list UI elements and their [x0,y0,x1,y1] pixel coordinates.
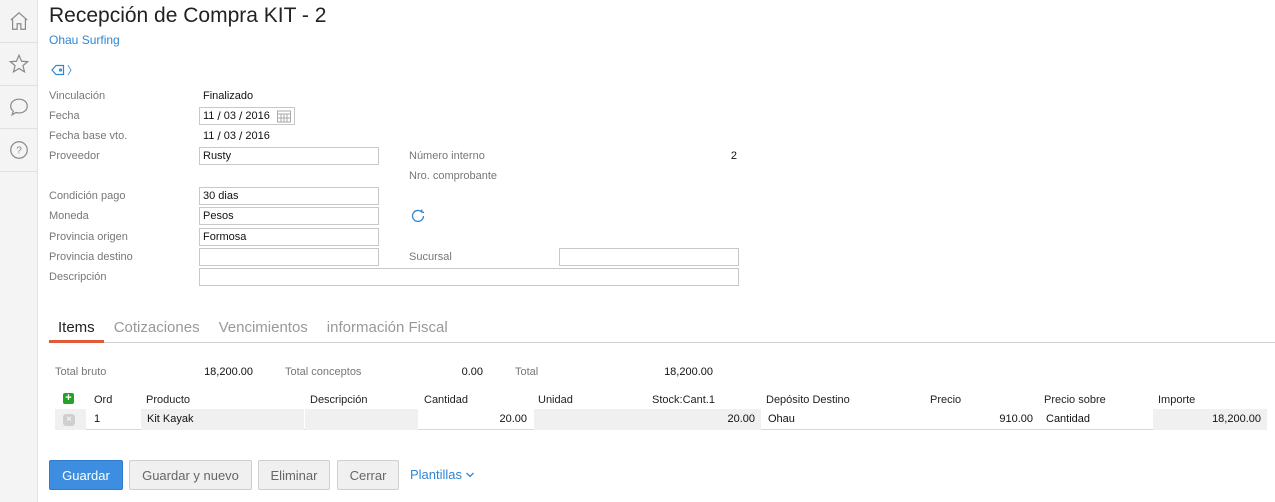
cell-unidad[interactable] [534,409,647,430]
col-ord[interactable]: Ord [94,394,112,406]
cell-descripcion[interactable] [305,409,418,430]
numero-interno-value: 2 [730,150,737,162]
col-stock[interactable]: Stock:Cant.1 [652,394,715,406]
nro-comprobante-label: Nro. comprobante [409,170,498,182]
home-icon [10,11,28,30]
cell-precio-sobre[interactable]: Cantidad [1040,409,1153,430]
delete-row-button[interactable]: × [63,414,75,426]
table-row: × 1 Kit Kayak 20.00 20.00 Ohau 910.00 Ca… [55,409,1267,430]
rail-home-button[interactable] [0,0,38,43]
delete-button[interactable]: Eliminar [258,460,330,490]
cell-precio[interactable]: 910.00 [926,409,1039,430]
svg-text:?: ? [16,146,22,157]
provincia-destino-label: Provincia destino [49,251,133,263]
chevron-right-icon: 〉 [67,65,78,77]
chat-icon [10,98,28,117]
refresh-icon[interactable] [410,208,426,224]
tab-cotizaciones[interactable]: Cotizaciones [105,316,209,343]
moneda-label: Moneda [49,210,89,222]
proveedor-field[interactable]: Rusty [199,147,379,165]
tab-bar: Items Cotizaciones Vencimientos informac… [49,316,1275,343]
company-link[interactable]: Ohau Surfing [49,33,120,47]
col-importe[interactable]: Importe [1158,394,1195,406]
condicion-pago-field[interactable]: 30 dias [199,187,379,205]
col-precio-sobre[interactable]: Precio sobre [1044,394,1106,406]
cell-cantidad[interactable]: 20.00 [419,409,533,430]
fecha-base-field[interactable]: 11 / 03 / 2016 [200,127,273,145]
cell-importe: 18,200.00 [1153,409,1267,430]
col-producto[interactable]: Producto [146,394,190,406]
templates-label: Plantillas [410,467,463,482]
items-grid-header: + Ord Producto Descripción Cantidad Unid… [55,393,1267,408]
left-rail: ? [0,0,38,502]
total-conceptos-value: 0.00 [461,366,483,378]
fecha-month[interactable]: 03 [221,110,239,122]
total-bruto-label: Total bruto [55,366,107,378]
page-title: Recepción de Compra KIT - 2 [49,4,327,27]
numero-interno-label: Número interno [409,150,485,162]
fecha-base-day[interactable]: 11 [200,130,217,142]
help-icon: ? [10,141,28,159]
provincia-destino-field[interactable] [199,248,379,266]
sucursal-field[interactable] [559,248,739,266]
moneda-field[interactable]: Pesos [199,207,379,225]
descripcion-field[interactable] [199,268,739,286]
total-bruto-value: 18,200.00 [204,366,253,378]
tag-icon [51,64,65,76]
provincia-origen-label: Provincia origen [49,231,128,243]
cell-stock: 20.00 [647,409,761,430]
save-and-new-button[interactable]: Guardar y nuevo [129,460,252,490]
col-unidad[interactable]: Unidad [538,394,573,406]
cell-deposito[interactable]: Ohau [762,409,925,430]
total-label: Total [515,366,539,378]
vinculacion-label: Vinculación [49,90,106,102]
total-value: 18,200.00 [664,366,713,378]
col-cantidad[interactable]: Cantidad [424,394,468,406]
add-row-button[interactable]: + [63,393,74,404]
close-button[interactable]: Cerrar [337,460,399,490]
chevron-down-icon [466,472,474,477]
cell-ord[interactable]: 1 [88,409,140,430]
fecha-day[interactable]: 11 [200,110,217,122]
fecha-base-month[interactable]: 03 [221,130,239,142]
rail-help-button[interactable]: ? [0,129,38,172]
tags-toggle[interactable]: 〉 [51,62,78,78]
provincia-origen-field[interactable]: Formosa [199,228,379,246]
save-button[interactable]: Guardar [49,460,123,490]
proveedor-label: Proveedor [49,150,100,162]
sucursal-label: Sucursal [409,251,452,263]
calendar-icon[interactable] [276,109,292,123]
tab-items[interactable]: Items [49,316,104,343]
templates-dropdown[interactable]: Plantillas [410,467,475,482]
fecha-base-label: Fecha base vto. [49,130,128,142]
col-precio[interactable]: Precio [930,394,961,406]
rail-comments-button[interactable] [0,86,38,129]
condicion-pago-label: Condición pago [49,190,126,202]
fecha-base-year[interactable]: 2016 [242,130,272,142]
descripcion-label: Descripción [49,271,107,283]
fecha-year[interactable]: 2016 [242,110,272,122]
col-descripcion[interactable]: Descripción [310,394,367,406]
star-icon [8,53,30,74]
tab-vencimientos[interactable]: Vencimientos [210,316,317,343]
col-deposito-destino[interactable]: Depósito Destino [766,394,850,406]
cell-producto[interactable]: Kit Kayak [141,409,304,430]
tab-informacion-fiscal[interactable]: información Fiscal [318,316,457,343]
fecha-field[interactable]: 11 / 03 / 2016 [199,107,295,125]
fecha-label: Fecha [49,110,80,122]
rail-favorites-button[interactable] [0,43,38,86]
total-conceptos-label: Total conceptos [285,366,362,378]
vinculacion-value: Finalizado [203,90,254,102]
